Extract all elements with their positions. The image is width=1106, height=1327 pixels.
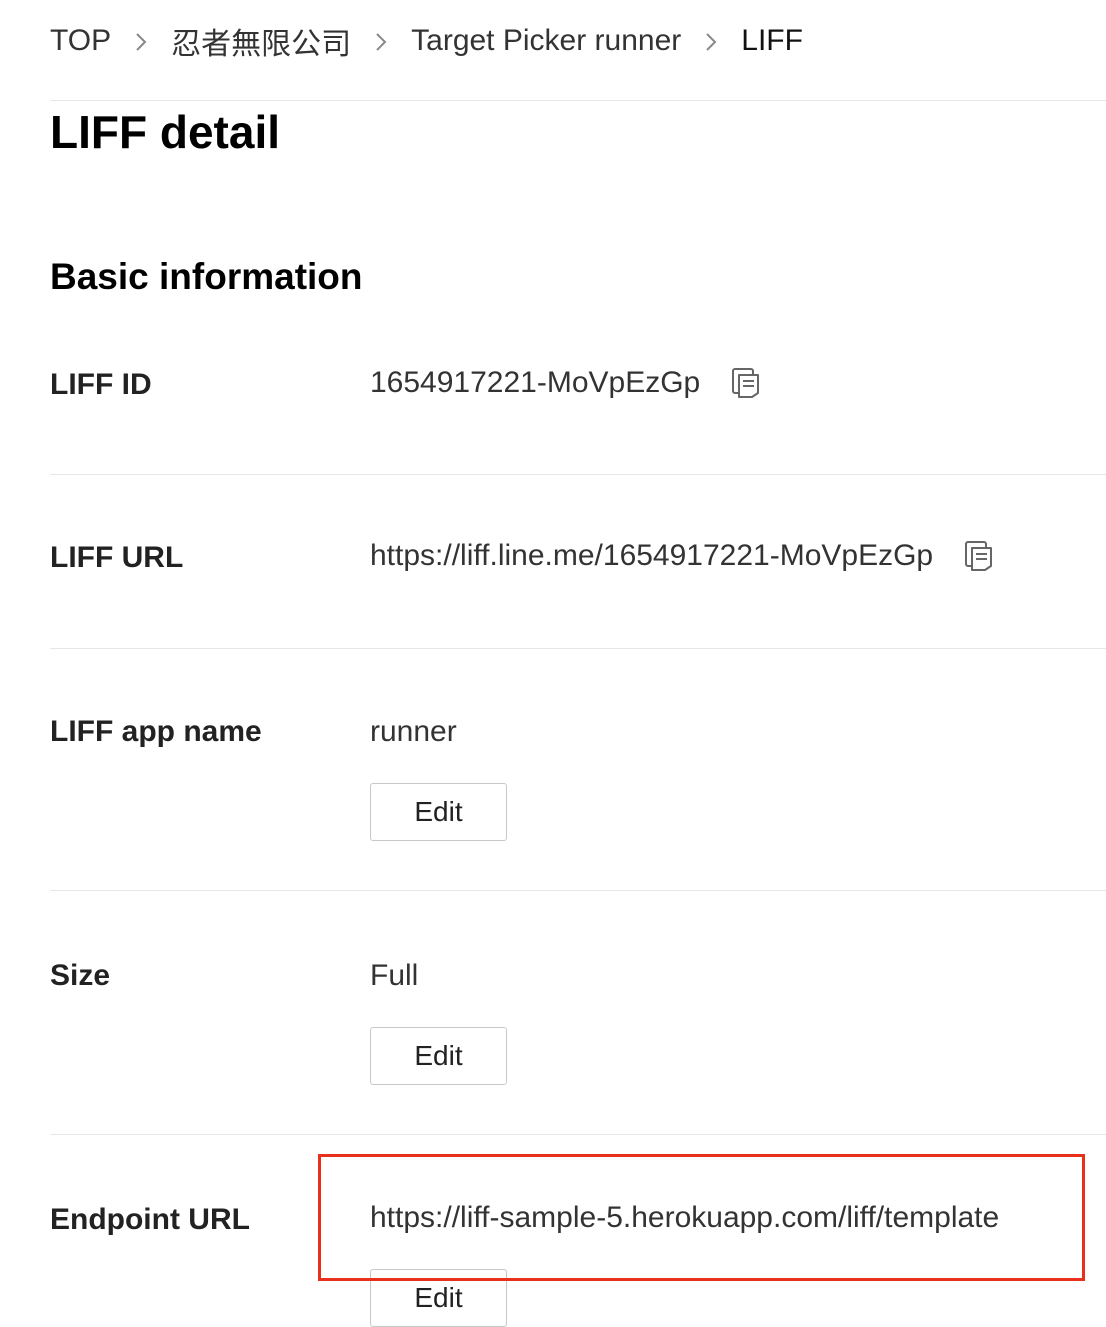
app-name-label: LIFF app name bbox=[50, 715, 262, 748]
edit-app-name-button[interactable]: Edit bbox=[370, 783, 507, 841]
app-name-value: runner bbox=[370, 715, 457, 748]
liff-id-value-group: 1654917221-MoVpEzGp bbox=[370, 366, 762, 400]
breadcrumb: TOP 忍者無限公司 Target Picker runner LIFF bbox=[50, 18, 803, 64]
liff-url-value: https://liff.line.me/1654917221-MoVpEzGp bbox=[370, 539, 934, 572]
liff-url-row: LIFF URL https://liff.line.me/1654917221… bbox=[50, 533, 1106, 649]
section-title: Basic information bbox=[50, 256, 363, 297]
chevron-right-icon bbox=[111, 24, 171, 58]
endpoint-url-row: Endpoint URL https://liff-sample-5.herok… bbox=[50, 1195, 1106, 1327]
divider bbox=[50, 474, 1106, 475]
size-value: Full bbox=[370, 959, 419, 992]
divider bbox=[50, 100, 1106, 101]
liff-id-row: LIFF ID 1654917221-MoVpEzGp bbox=[50, 360, 1106, 475]
liff-id-value: 1654917221-MoVpEzGp bbox=[370, 366, 701, 399]
breadcrumb-company[interactable]: 忍者無限公司 bbox=[171, 19, 351, 63]
copy-icon[interactable] bbox=[963, 540, 995, 572]
app-name-row: LIFF app name runner Edit bbox=[50, 707, 1106, 891]
breadcrumb-channel[interactable]: Target Picker runner bbox=[411, 24, 681, 58]
divider bbox=[50, 890, 1106, 891]
liff-url-label: LIFF URL bbox=[50, 541, 184, 574]
liff-url-value-group: https://liff.line.me/1654917221-MoVpEzGp bbox=[370, 539, 995, 573]
breadcrumb-top[interactable]: TOP bbox=[50, 24, 111, 58]
endpoint-url-value: https://liff-sample-5.herokuapp.com/liff… bbox=[370, 1201, 1000, 1234]
endpoint-url-label: Endpoint URL bbox=[50, 1203, 250, 1236]
copy-icon[interactable] bbox=[730, 367, 762, 399]
divider bbox=[50, 648, 1106, 649]
liff-id-label: LIFF ID bbox=[50, 368, 152, 401]
divider bbox=[50, 1134, 1106, 1135]
breadcrumb-current: LIFF bbox=[741, 24, 803, 57]
chevron-right-icon bbox=[351, 24, 411, 58]
chevron-right-icon bbox=[681, 24, 741, 58]
edit-endpoint-url-button[interactable]: Edit bbox=[370, 1269, 507, 1327]
size-row: Size Full Edit bbox=[50, 951, 1106, 1135]
size-label: Size bbox=[50, 959, 111, 992]
edit-size-button[interactable]: Edit bbox=[370, 1027, 507, 1085]
page-title: LIFF detail bbox=[50, 106, 280, 158]
